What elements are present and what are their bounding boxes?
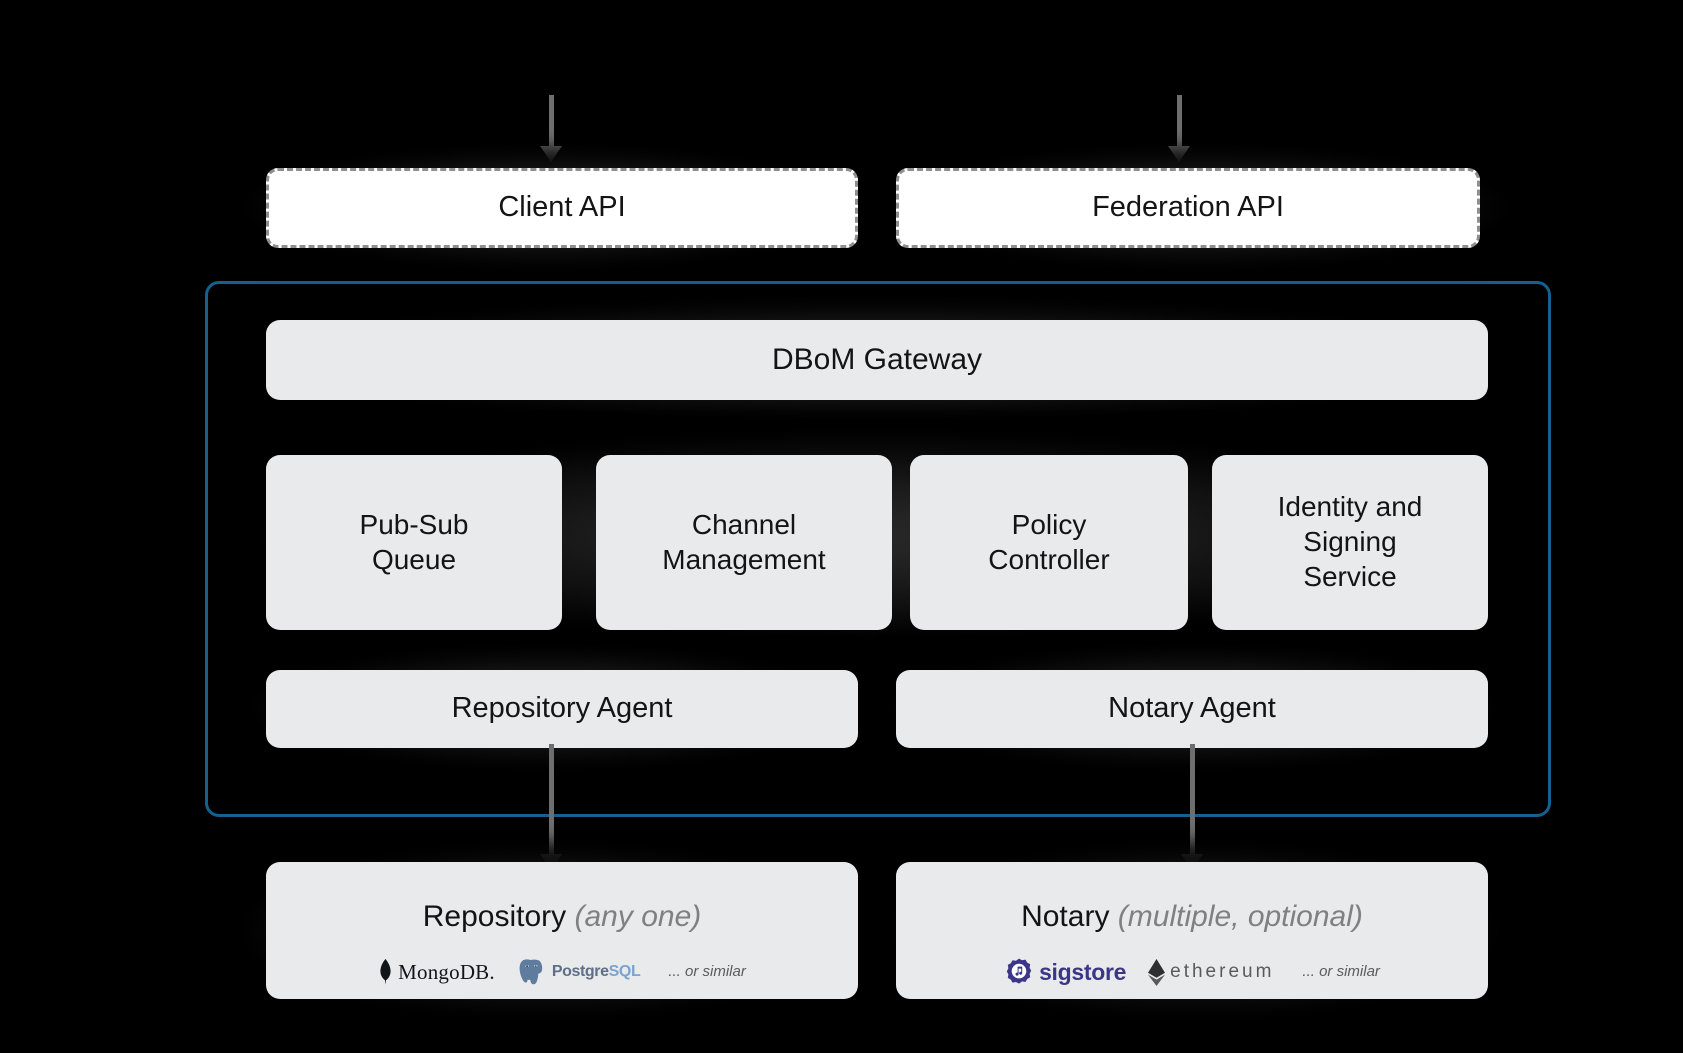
channel-management-card[interactable]: Channel Management bbox=[596, 455, 892, 630]
repository-store-name: Repository bbox=[422, 900, 567, 933]
federation-api-inbound-arrow-line bbox=[1177, 95, 1182, 150]
identity-signing-service-label-line2: Signing bbox=[1303, 526, 1397, 558]
dbom-gateway-card[interactable]: DBoM Gateway bbox=[266, 320, 1488, 400]
notary-store-qualifier: (multiple, optional) bbox=[1117, 900, 1363, 933]
postgresql-logo: PostgreSQL bbox=[517, 957, 641, 987]
notary-agent-card[interactable]: Notary Agent bbox=[896, 670, 1488, 748]
policy-controller-label-line1: Policy bbox=[1011, 508, 1087, 540]
repository-logo-row: MongoDB. PostgreSQL ... or similar bbox=[378, 957, 746, 987]
client-api-card[interactable]: Client API bbox=[266, 168, 858, 248]
notary-or-similar-label: ... or similar bbox=[1302, 962, 1380, 980]
sigstore-logo: sigstore bbox=[1004, 957, 1126, 987]
notary-store-card[interactable]: Notary (multiple, optional) sigstore eth… bbox=[896, 862, 1488, 999]
mongodb-logo-text: MongoDB. bbox=[398, 960, 495, 985]
notary-store-heading: Notary (multiple, optional) bbox=[1021, 898, 1363, 935]
pub-sub-queue-label-line1: Pub-Sub bbox=[359, 508, 469, 540]
notary-logo-row: sigstore ethereum ... or similar bbox=[1004, 957, 1380, 987]
repository-agent-label: Repository Agent bbox=[451, 692, 673, 725]
channel-management-label-line2: Management bbox=[662, 543, 826, 575]
identity-signing-service-label-line1: Identity and bbox=[1277, 491, 1423, 523]
mongodb-logo: MongoDB. bbox=[378, 959, 495, 985]
identity-signing-service-card[interactable]: Identity and Signing Service bbox=[1212, 455, 1488, 630]
repository-connector-line bbox=[549, 744, 554, 858]
pub-sub-queue-label-line2: Queue bbox=[371, 543, 457, 575]
diagram-canvas: Client API Federation API DBoM Gateway P… bbox=[0, 0, 1683, 1053]
dbom-gateway-label: DBoM Gateway bbox=[771, 343, 983, 377]
federation-api-label: Federation API bbox=[1092, 191, 1284, 224]
repository-store-heading: Repository (any one) bbox=[423, 898, 702, 935]
identity-signing-service-label-line3: Service bbox=[1303, 560, 1397, 592]
ethereum-logo: ethereum bbox=[1148, 958, 1275, 986]
repository-store-qualifier: (any one) bbox=[574, 900, 702, 933]
client-api-label: Client API bbox=[498, 191, 626, 224]
repository-or-similar-label: ... or similar bbox=[668, 962, 746, 980]
policy-controller-card[interactable]: Policy Controller bbox=[910, 455, 1188, 630]
client-api-inbound-arrow-line bbox=[549, 95, 554, 150]
postgresql-logo-text: PostgreSQL bbox=[551, 963, 641, 981]
notary-agent-label: Notary Agent bbox=[1108, 692, 1276, 725]
repository-agent-card[interactable]: Repository Agent bbox=[266, 670, 858, 748]
repository-store-card[interactable]: Repository (any one) MongoDB. PostgreSQL… bbox=[266, 862, 858, 999]
channel-management-label-line1: Channel bbox=[691, 508, 797, 540]
notary-store-name: Notary bbox=[1021, 900, 1110, 933]
policy-controller-label-line2: Controller bbox=[988, 543, 1110, 575]
notary-connector-line bbox=[1190, 744, 1195, 858]
ethereum-logo-text: ethereum bbox=[1170, 961, 1275, 983]
federation-api-card[interactable]: Federation API bbox=[896, 168, 1480, 248]
sigstore-logo-text: sigstore bbox=[1039, 958, 1127, 985]
pub-sub-queue-card[interactable]: Pub-Sub Queue bbox=[266, 455, 562, 630]
